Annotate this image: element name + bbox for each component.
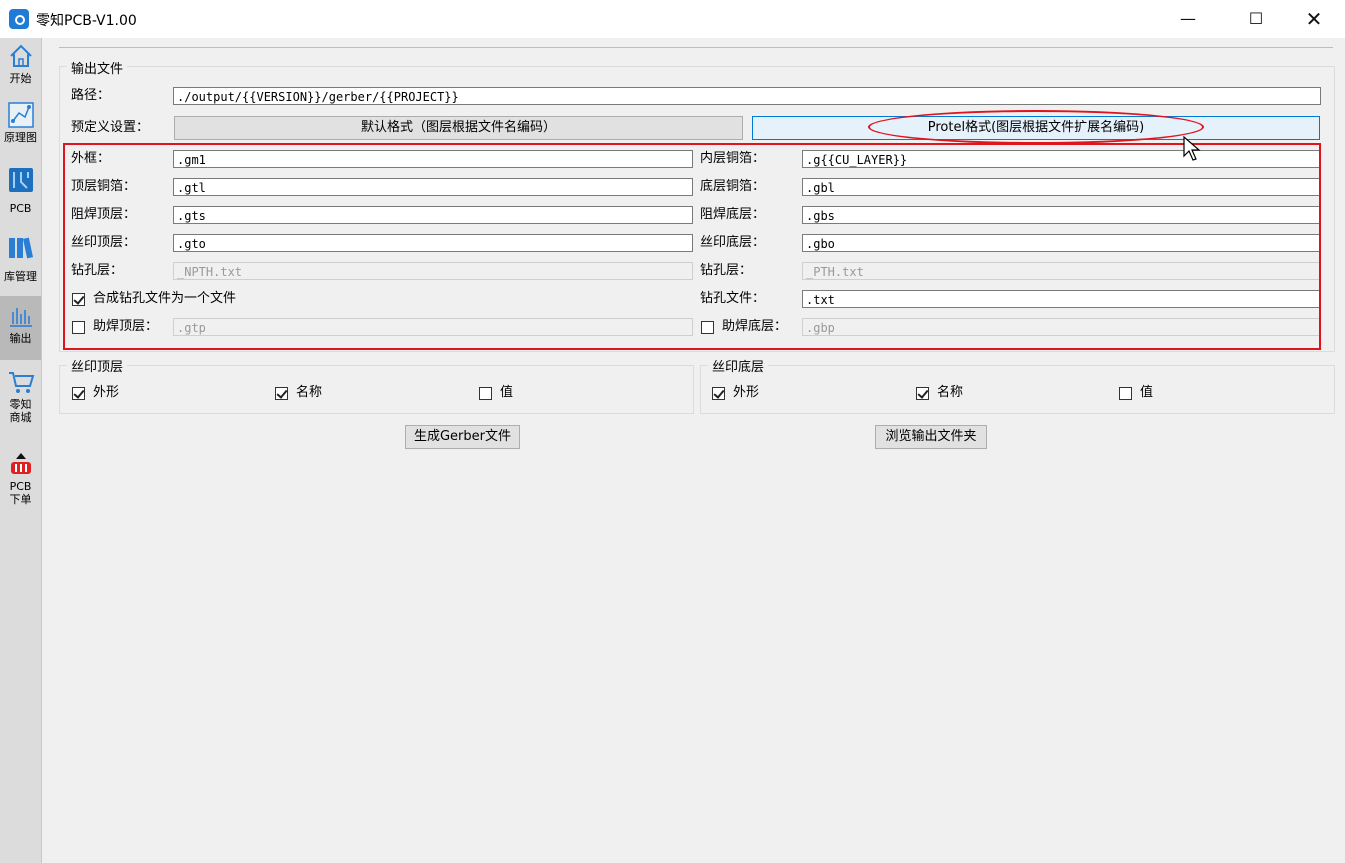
silk-top-title: 丝印顶层 — [67, 356, 128, 375]
path-label: 路径： — [71, 88, 111, 103]
library-icon — [8, 237, 33, 259]
app-logo-icon — [9, 9, 29, 29]
sidebar-item-label-line1: PCB — [9, 480, 32, 493]
order-icon — [10, 453, 31, 474]
silk-bottom-value-label: 值 — [1140, 385, 1154, 400]
preset-label: 预定义设置： — [71, 120, 150, 135]
mouse-cursor-icon — [1183, 136, 1201, 161]
silk-bottom-shape-checkbox[interactable] — [712, 387, 725, 400]
silk-top-name-label: 名称 — [296, 385, 323, 400]
sidebar-item-label: 原理图 — [4, 131, 37, 144]
silk-bottom-shape-label: 外形 — [733, 385, 760, 400]
silk-bottom-title: 丝印底层 — [708, 356, 769, 375]
sidebar-item-label: 输出 — [9, 332, 32, 345]
sidebar: 开始 原理图 PCB 库管理 输出 零知 商城 PCB 下单 — [0, 38, 42, 863]
sidebar-item-order[interactable]: PCB 下单 — [0, 450, 41, 520]
cart-icon — [8, 372, 34, 393]
sidebar-item-label: 库管理 — [4, 270, 37, 283]
preset-default-button[interactable]: 默认格式（图层根据文件名编码） — [174, 116, 743, 140]
sidebar-item-label-line1: 零知 — [9, 398, 32, 411]
sidebar-item-label: 开始 — [9, 72, 32, 85]
sidebar-item-start[interactable]: 开始 — [0, 42, 41, 100]
silk-bottom-group — [700, 365, 1335, 414]
minimize-button[interactable]: — — [1165, 0, 1211, 38]
generate-gerber-button[interactable]: 生成Gerber文件 — [405, 425, 520, 449]
sidebar-item-output[interactable]: 输出 — [0, 296, 41, 360]
highlight-oval — [868, 110, 1204, 144]
silk-top-value-label: 值 — [500, 385, 514, 400]
sidebar-item-label-line2: 下单 — [9, 493, 32, 506]
window-title: 零知PCB-V1.00 — [36, 13, 137, 29]
schematic-icon — [7, 102, 34, 128]
sidebar-item-schematic[interactable]: 原理图 — [0, 101, 41, 161]
silk-top-group — [59, 365, 694, 414]
output-files-title: 输出文件 — [67, 58, 128, 77]
silk-bottom-name-label: 名称 — [937, 385, 964, 400]
silk-top-value-checkbox[interactable] — [479, 387, 492, 400]
silk-bottom-value-checkbox[interactable] — [1119, 387, 1132, 400]
highlight-box — [63, 143, 1321, 350]
close-button[interactable]: ✕ — [1291, 0, 1337, 38]
sidebar-item-library[interactable]: 库管理 — [0, 234, 41, 294]
maximize-button[interactable]: ☐ — [1233, 0, 1279, 38]
sidebar-item-label-line2: 商城 — [9, 411, 32, 424]
sidebar-item-pcb[interactable]: PCB — [0, 166, 41, 226]
silk-top-shape-checkbox[interactable] — [72, 387, 85, 400]
pcb-icon — [8, 168, 33, 192]
silk-top-shape-label: 外形 — [93, 385, 120, 400]
sidebar-item-label: PCB — [9, 202, 32, 215]
output-icon — [9, 308, 32, 327]
browse-output-folder-button[interactable]: 浏览输出文件夹 — [875, 425, 987, 449]
sidebar-item-store[interactable]: 零知 商城 — [0, 368, 41, 438]
silk-bottom-name-checkbox[interactable] — [916, 387, 929, 400]
silk-top-name-checkbox[interactable] — [275, 387, 288, 400]
path-input[interactable]: ./output/{{VERSION}}/gerber/{{PROJECT}} — [173, 87, 1321, 105]
title-bar: 零知PCB-V1.00 — ☐ ✕ — [0, 0, 1345, 38]
separator — [59, 47, 1333, 48]
home-icon — [9, 44, 32, 67]
